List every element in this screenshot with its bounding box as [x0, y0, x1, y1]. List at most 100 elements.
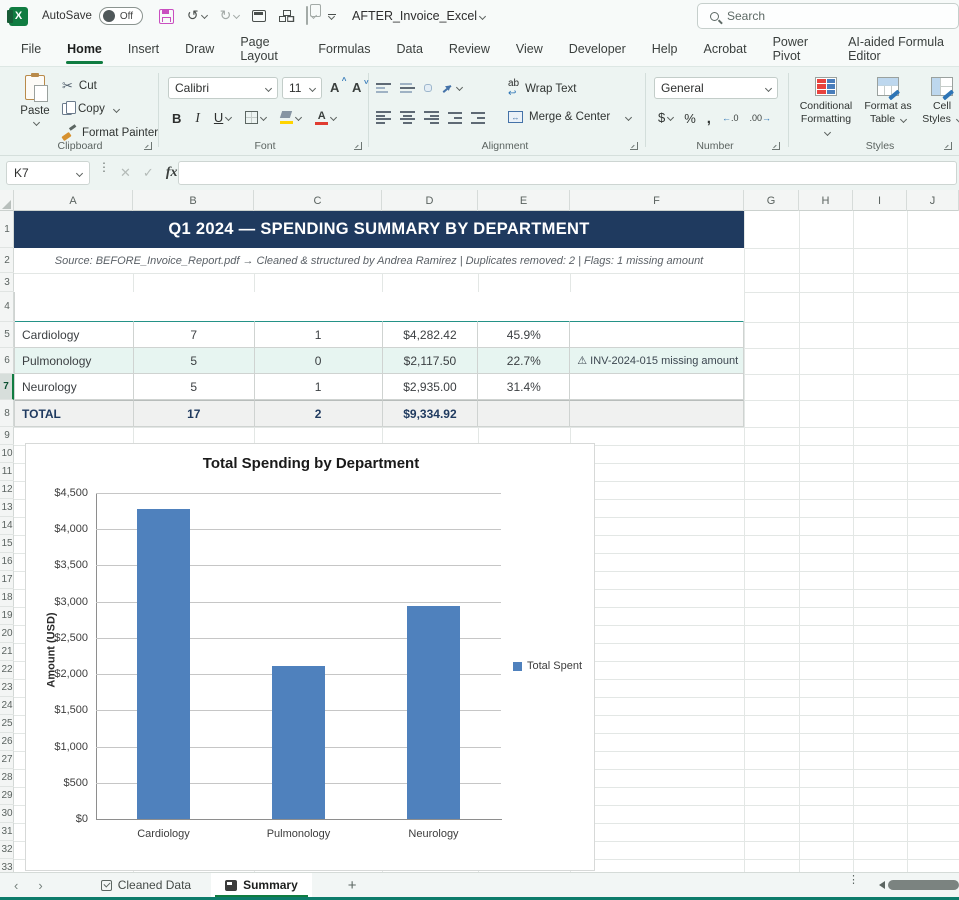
column-header-c[interactable]: C — [254, 190, 382, 211]
save-icon[interactable] — [159, 9, 174, 24]
next-sheet-button[interactable]: › — [38, 878, 42, 893]
row-header-33[interactable]: 33 — [0, 859, 14, 872]
format-painter-button[interactable]: Format Painter — [62, 126, 158, 140]
cell-c4[interactable]: Duplicates Removed — [255, 292, 383, 322]
cell-a7[interactable]: Neurology — [15, 374, 134, 400]
cell-c6[interactable]: 0 — [255, 348, 383, 374]
cell-c8[interactable]: 2 — [255, 400, 383, 427]
column-header-b[interactable]: B — [133, 190, 254, 211]
row-header-8[interactable]: 8 — [0, 400, 14, 427]
percent-button[interactable]: % — [684, 111, 696, 126]
tabbar-options-button[interactable]: ⋮ — [848, 878, 859, 883]
cell-styles-button[interactable]: CellStyles — [912, 77, 959, 126]
row-header-15[interactable]: 15 — [0, 535, 14, 553]
cell-b8[interactable]: 17 — [134, 400, 255, 427]
cell-c5[interactable]: 1 — [255, 322, 383, 348]
increase-decimal-button[interactable]: ←.0 — [722, 113, 739, 123]
column-header-d[interactable]: D — [382, 190, 478, 211]
add-sheet-button[interactable]: + — [334, 873, 371, 897]
grow-font-button[interactable]: A^ — [330, 80, 339, 95]
sheet-source-note[interactable]: Source: BEFORE_Invoice_Report.pdf → Clea… — [14, 248, 744, 273]
menu-tab-review[interactable]: Review — [436, 32, 503, 66]
cell-d4[interactable]: Total Spent — [383, 292, 479, 322]
row-header-12[interactable]: 12 — [0, 481, 14, 499]
insert-function-icon[interactable]: fx — [166, 165, 178, 181]
row-header-29[interactable]: 29 — [0, 787, 14, 805]
borders-button[interactable] — [245, 109, 266, 127]
formula-input[interactable] — [178, 161, 957, 185]
redo-button[interactable]: ↻ — [220, 7, 240, 25]
row-header-13[interactable]: 13 — [0, 499, 14, 517]
column-header-a[interactable]: A — [14, 190, 133, 211]
cell-e4[interactable]: % of Total — [478, 292, 570, 322]
column-header-j[interactable]: J — [907, 190, 959, 211]
menu-tab-power-pivot[interactable]: Power Pivot — [760, 32, 835, 66]
row-header-24[interactable]: 24 — [0, 697, 14, 715]
cell-b6[interactable]: 5 — [134, 348, 255, 374]
menu-tab-draw[interactable]: Draw — [172, 32, 227, 66]
row-header-20[interactable]: 20 — [0, 625, 14, 643]
undo-button[interactable]: ↺ — [187, 7, 207, 25]
column-header-h[interactable]: H — [799, 190, 853, 211]
row-header-5[interactable]: 5 — [0, 322, 14, 348]
comma-button[interactable]: , — [707, 110, 711, 127]
conditional-formatting-button[interactable]: ConditionalFormatting — [796, 77, 856, 139]
menu-tab-formulas[interactable]: Formulas — [305, 32, 383, 66]
orientation-button[interactable] — [441, 79, 462, 97]
cell-b7[interactable]: 5 — [134, 374, 255, 400]
cell-a5[interactable]: Cardiology — [15, 322, 134, 348]
cell-d7[interactable]: $2,935.00 — [383, 374, 479, 400]
font-color-button[interactable]: A — [315, 109, 336, 127]
increase-indent-button[interactable] — [471, 112, 485, 124]
font-name-select[interactable]: Calibri — [168, 77, 278, 99]
formula-bar-handle[interactable]: ⋮ — [98, 164, 110, 170]
menu-tab-home[interactable]: Home — [54, 32, 115, 66]
menu-tab-help[interactable]: Help — [639, 32, 691, 66]
row-header-9[interactable]: 9 — [0, 427, 14, 445]
row-header-6[interactable]: 6 — [0, 348, 14, 374]
column-header-g[interactable]: G — [744, 190, 799, 211]
cell-e5[interactable]: 45.9% — [478, 322, 570, 348]
autosave-toggle[interactable]: Off — [99, 7, 143, 25]
cell-a4[interactable]: Department — [15, 292, 134, 322]
align-left-button[interactable] — [376, 111, 391, 124]
cell-b4[interactable]: Invoices Processed — [134, 292, 255, 322]
row-header-1[interactable]: 1 — [0, 211, 14, 248]
row-header-23[interactable]: 23 — [0, 679, 14, 697]
underline-button[interactable]: U — [214, 109, 231, 127]
row-header-26[interactable]: 26 — [0, 733, 14, 751]
column-header-f[interactable]: F — [570, 190, 744, 211]
cell-a8[interactable]: TOTAL — [15, 400, 134, 427]
row-header-32[interactable]: 32 — [0, 841, 14, 859]
menu-tab-file[interactable]: File — [8, 32, 54, 66]
merge-center-button[interactable]: ↔ Merge & Center — [508, 111, 631, 123]
align-bottom-button[interactable] — [424, 84, 432, 92]
row-header-16[interactable]: 16 — [0, 553, 14, 571]
row-header-10[interactable]: 10 — [0, 445, 14, 463]
column-header-e[interactable]: E — [478, 190, 570, 211]
select-all-corner[interactable] — [0, 190, 14, 211]
currency-button[interactable]: $ — [658, 109, 673, 127]
sheet-tab-cleaned-data[interactable]: Cleaned Data — [87, 873, 205, 897]
row-header-4[interactable]: 4 — [0, 292, 14, 322]
row-header-18[interactable]: 18 — [0, 589, 14, 607]
font-size-select[interactable]: 11 — [282, 77, 322, 99]
wrap-text-button[interactable]: ab↩ Wrap Text — [508, 79, 576, 99]
row-header-31[interactable]: 31 — [0, 823, 14, 841]
sheet-tab-summary[interactable]: Summary — [211, 873, 312, 897]
row-header-2[interactable]: 2 — [0, 248, 14, 273]
row-header-30[interactable]: 30 — [0, 805, 14, 823]
workbook-title[interactable]: AFTER_Invoice_Excel — [352, 0, 485, 32]
cut-button[interactable]: ✂ Cut — [62, 79, 97, 92]
menu-tab-ai-aided-formula-editor[interactable]: AI-aided Formula Editor — [835, 32, 959, 66]
align-right-button[interactable] — [424, 111, 439, 124]
menu-tab-insert[interactable]: Insert — [115, 32, 172, 66]
row-header-21[interactable]: 21 — [0, 643, 14, 661]
bold-button[interactable]: B — [172, 111, 181, 126]
menu-tab-view[interactable]: View — [503, 32, 556, 66]
copy-quick-icon[interactable] — [306, 7, 316, 25]
enter-icon[interactable]: ✓ — [143, 165, 154, 181]
number-dialog-launcher-icon[interactable] — [772, 142, 780, 150]
row-header-25[interactable]: 25 — [0, 715, 14, 733]
align-center-button[interactable] — [400, 111, 415, 124]
